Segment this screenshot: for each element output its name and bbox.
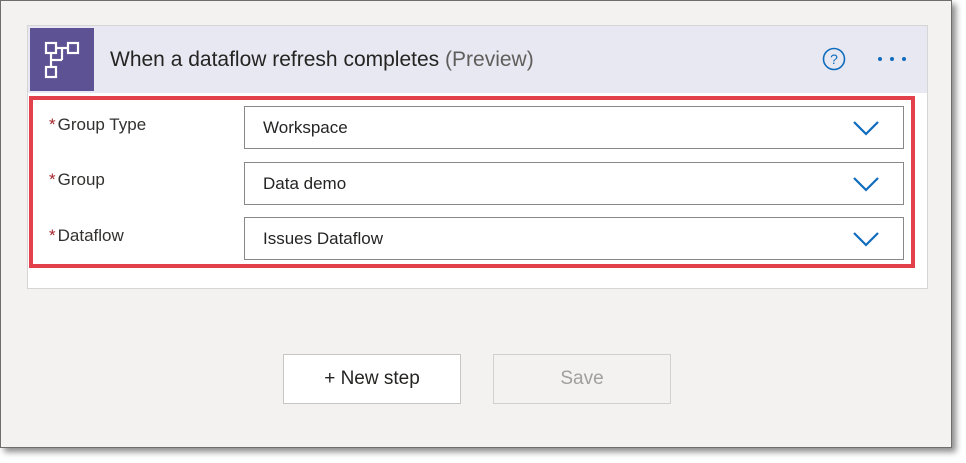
chevron-down-icon <box>853 177 879 192</box>
chevron-down-icon <box>853 232 879 247</box>
group-value: Data demo <box>263 174 347 193</box>
ellipsis-icon[interactable] <box>874 49 912 69</box>
group-type-dropdown[interactable]: Workspace <box>244 106 904 149</box>
trigger-card-header[interactable]: When a dataflow refresh completes (Previ… <box>28 26 927 93</box>
required-marker: * <box>49 115 56 134</box>
dataflow-label-text: Dataflow <box>57 226 124 245</box>
group-type-label: * Group Type <box>49 115 146 135</box>
save-button[interactable]: Save <box>493 354 671 404</box>
svg-text:?: ? <box>830 51 838 67</box>
preview-label: (Preview) <box>445 48 534 71</box>
group-type-value: Workspace <box>263 118 348 137</box>
new-step-button[interactable]: + New step <box>283 354 461 404</box>
required-marker: * <box>49 170 56 189</box>
trigger-title: When a dataflow refresh completes (Previ… <box>110 48 534 72</box>
group-dropdown[interactable]: Data demo <box>244 162 904 205</box>
group-label: * Group <box>49 170 105 190</box>
chevron-down-icon <box>853 121 879 136</box>
group-type-label-text: Group Type <box>57 115 147 134</box>
dataflow-trigger-icon <box>30 28 94 91</box>
dataflow-label: * Dataflow <box>49 226 124 246</box>
dataflow-value: Issues Dataflow <box>263 229 383 248</box>
trigger-title-text: When a dataflow refresh completes <box>110 48 440 71</box>
group-label-text: Group <box>57 170 105 189</box>
dataflow-dropdown[interactable]: Issues Dataflow <box>244 217 904 260</box>
flow-designer-canvas: When a dataflow refresh completes (Previ… <box>0 0 952 448</box>
question-circle-icon[interactable]: ? <box>822 47 846 71</box>
required-marker: * <box>49 226 56 245</box>
